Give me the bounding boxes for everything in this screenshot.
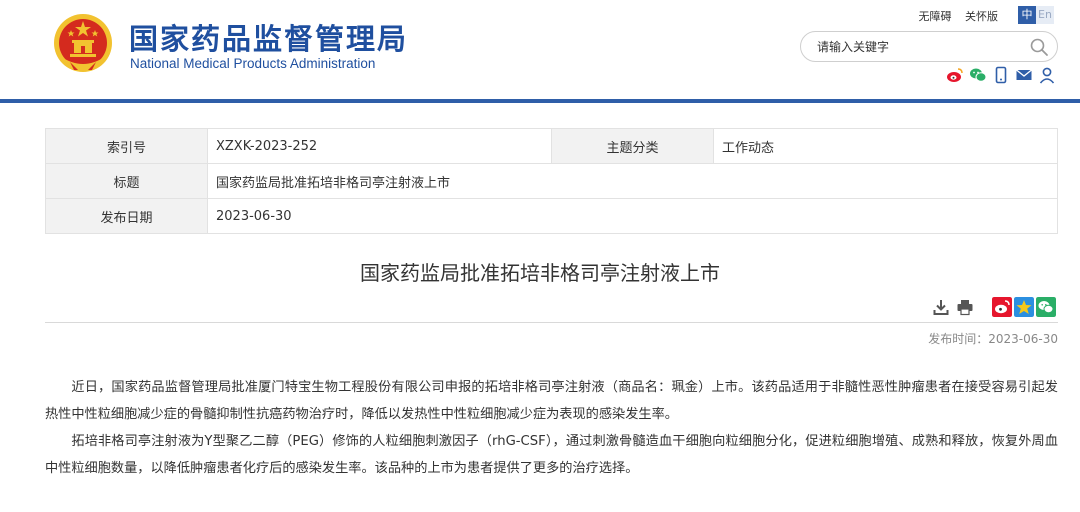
header-bar bbox=[0, 99, 1080, 103]
lang-en-button[interactable]: En bbox=[1036, 6, 1054, 24]
top-links: 无障碍 关怀版 bbox=[909, 8, 999, 24]
qzone-share-icon[interactable] bbox=[1014, 297, 1034, 317]
header-share-icons bbox=[946, 66, 1056, 84]
site-title-cn: 国家药品监督管理局 bbox=[129, 22, 409, 56]
wechat-icon[interactable] bbox=[969, 66, 987, 84]
publish-time: 发布时间：2023-06-30 bbox=[928, 332, 1058, 346]
table-row: 索引号 XZXK-2023-252 主题分类 工作动态 bbox=[45, 128, 1058, 164]
article-tools bbox=[932, 297, 1056, 317]
lang-cn-button[interactable]: 中 bbox=[1018, 6, 1036, 24]
care-mode-link[interactable]: 关怀版 bbox=[965, 10, 998, 23]
site-header: 国家药品监督管理局 National Medical Products Admi… bbox=[0, 0, 1080, 100]
article-paragraph: 拓培非格司亭注射液为Y型聚乙二醇（PEG）修饰的人粒细胞刺激因子（rhG-CSF… bbox=[45, 434, 1058, 476]
table-row: 标题 国家药监局批准拓培非格司亭注射液上市 bbox=[45, 163, 1058, 199]
language-switch: 中 En bbox=[1018, 6, 1054, 24]
national-emblem-icon[interactable] bbox=[52, 12, 114, 74]
date-label: 发布日期 bbox=[45, 198, 208, 234]
download-icon[interactable] bbox=[932, 298, 950, 316]
date-value: 2023-06-30 bbox=[207, 198, 1058, 234]
title-value: 国家药监局批准拓培非格司亭注射液上市 bbox=[207, 163, 1058, 199]
article-divider bbox=[45, 322, 1058, 323]
search-input[interactable] bbox=[817, 38, 1017, 56]
topic-label: 主题分类 bbox=[551, 128, 714, 164]
search-box bbox=[800, 31, 1058, 62]
index-value: XZXK-2023-252 bbox=[207, 128, 552, 164]
site-title-en: National Medical Products Administration bbox=[130, 56, 376, 71]
wechat-share-icon[interactable] bbox=[1036, 297, 1056, 317]
user-icon[interactable] bbox=[1038, 66, 1056, 84]
article-paragraph: 近日，国家药品监督管理局批准厦门特宝生物工程股份有限公司申报的拓培非格司亭注射液… bbox=[45, 380, 1058, 422]
topic-value: 工作动态 bbox=[713, 128, 1058, 164]
article-meta-table: 索引号 XZXK-2023-252 主题分类 工作动态 标题 国家药监局批准拓培… bbox=[45, 128, 1058, 234]
index-label: 索引号 bbox=[45, 128, 208, 164]
article-content: 近日，国家药品监督管理局批准厦门特宝生物工程股份有限公司申报的拓培非格司亭注射液… bbox=[45, 374, 1058, 482]
weibo-icon[interactable] bbox=[946, 66, 964, 84]
weibo-share-icon[interactable] bbox=[992, 297, 1012, 317]
mail-icon[interactable] bbox=[1015, 66, 1033, 84]
title-label: 标题 bbox=[45, 163, 208, 199]
article-title: 国家药监局批准拓培非格司亭注射液上市 bbox=[360, 261, 720, 285]
search-icon[interactable] bbox=[1029, 37, 1049, 57]
accessibility-link[interactable]: 无障碍 bbox=[919, 10, 952, 23]
table-row: 发布日期 2023-06-30 bbox=[45, 198, 1058, 234]
mobile-icon[interactable] bbox=[992, 66, 1010, 84]
print-icon[interactable] bbox=[956, 298, 974, 316]
